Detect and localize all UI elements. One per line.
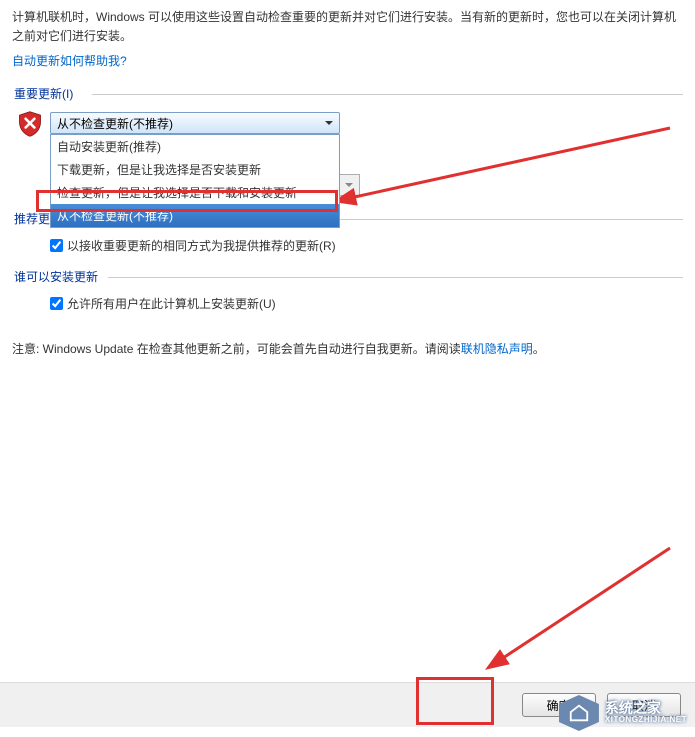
note-prefix: 注意: Windows Update 在检查其他更新之前，可能会首先自动进行自我… xyxy=(12,342,461,356)
important-updates-dropdown[interactable]: 从不检查更新(不推荐) xyxy=(50,112,340,134)
intro-text: 计算机联机时，Windows 可以使用这些设置自动检查重要的更新并对它们进行安装… xyxy=(12,8,683,46)
dropdown-list: 自动安装更新(推荐) 下载更新，但是让我选择是否安装更新 检查更新，但是让我选择… xyxy=(50,134,340,228)
privacy-link[interactable]: 联机隐私声明 xyxy=(461,342,533,356)
annotation-arrow-bottom xyxy=(480,540,680,680)
dropdown-selected-label: 从不检查更新(不推荐) xyxy=(57,117,173,131)
shield-icon xyxy=(16,110,44,138)
watermark: 系统之家 XITONGZHIJIA.NET xyxy=(559,695,687,731)
dropdown-option[interactable]: 下载更新，但是让我选择是否安装更新 xyxy=(51,158,339,181)
dropdown-option[interactable]: 检查更新，但是让我选择是否下载和安装更新 xyxy=(51,181,339,204)
section-header-who: 谁可以安装更新 xyxy=(12,268,683,285)
section-header-important: 重要更新(I) xyxy=(12,85,683,102)
note-text: 注意: Windows Update 在检查其他更新之前，可能会首先自动进行自我… xyxy=(12,340,683,359)
note-suffix: 。 xyxy=(533,342,545,356)
watermark-logo-icon xyxy=(559,695,599,731)
watermark-sub: XITONGZHIJIA.NET xyxy=(605,716,687,725)
allow-all-users-label: 允许所有用户在此计算机上安装更新(U) xyxy=(67,295,276,312)
allow-all-users-checkbox[interactable] xyxy=(50,297,63,310)
recommended-updates-checkbox[interactable] xyxy=(50,239,63,252)
dropdown-option[interactable]: 自动安装更新(推荐) xyxy=(51,135,339,158)
watermark-title: 系统之家 xyxy=(605,701,687,716)
dropdown-option-selected[interactable]: 从不检查更新(不推荐) xyxy=(51,204,339,227)
help-link[interactable]: 自动更新如何帮助我? xyxy=(12,52,127,69)
recommended-updates-label: 以接收重要更新的相同方式为我提供推荐的更新(R) xyxy=(67,237,336,254)
